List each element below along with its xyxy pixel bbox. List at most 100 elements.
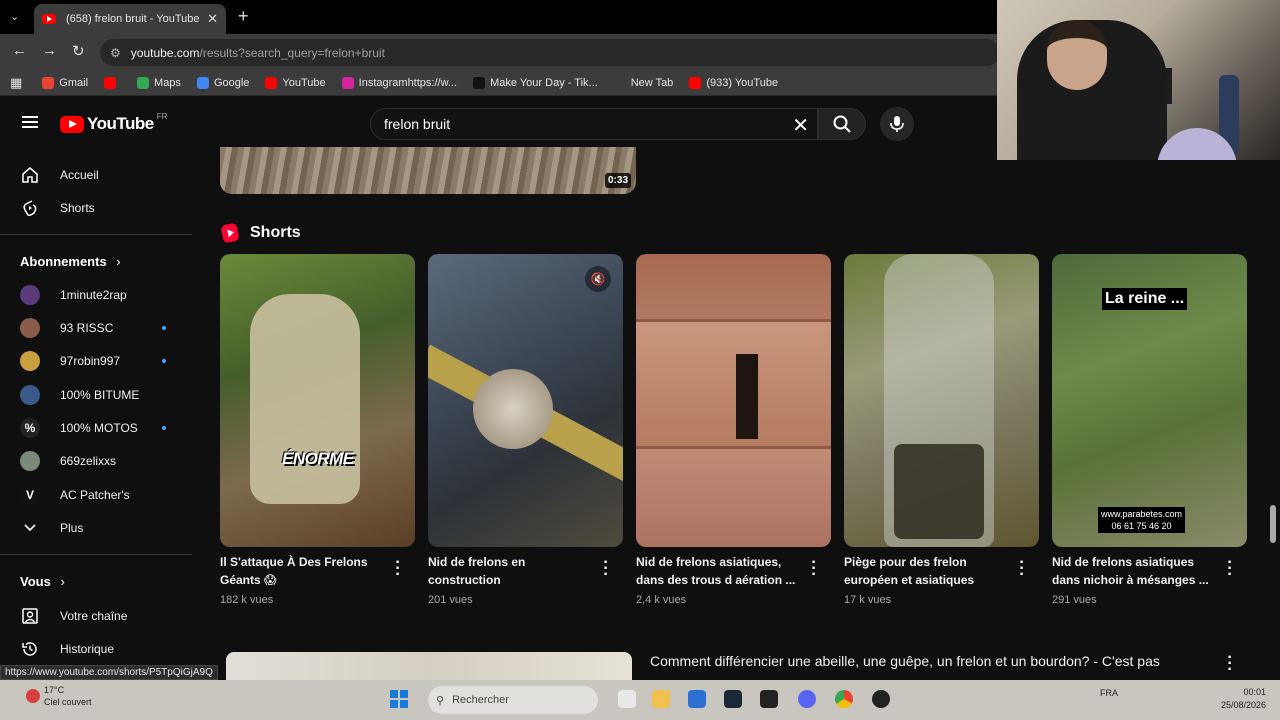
sidebar-item-ac-patchers[interactable]: V AC Patcher's [0, 478, 192, 511]
page-scrollbar[interactable] [1266, 160, 1280, 680]
avatar [20, 450, 40, 471]
bookmark-icon [613, 76, 626, 89]
windows-taskbar [0, 680, 1280, 720]
tab-list-chevron-icon[interactable]: ⌄ [10, 10, 19, 23]
bookmark-item[interactable]: Google [196, 76, 249, 89]
address-bar[interactable]: ⚙ youtube.com/results?search_query=frelo… [100, 39, 1000, 66]
browser-tab-active[interactable]: (658) frelon bruit - YouTube ✕ [34, 4, 226, 34]
store-icon[interactable] [688, 690, 706, 708]
bookmark-label: Gmail [59, 76, 89, 89]
short-thumbnail[interactable] [844, 254, 1039, 547]
short-title[interactable]: Piège pour des frelon européen et asiati… [844, 553, 1004, 589]
clock[interactable]: 00:01 25/08/2026 [1210, 686, 1266, 712]
more-options-icon[interactable]: · · · [1225, 650, 1235, 678]
sidebar-item-669zelixxs[interactable]: 669zelixxs [0, 444, 192, 477]
short-views: 182 k vues [220, 594, 274, 606]
obs-icon[interactable] [872, 690, 890, 708]
avatar [20, 384, 40, 405]
more-options-icon[interactable]: · · · [393, 555, 403, 583]
sidebar-item-93-rissc[interactable]: 93 RISSC [0, 311, 192, 344]
youtube-logo[interactable]: YouTube FR [60, 111, 168, 134]
sidebar-item-label: Shorts [60, 200, 95, 215]
history-icon [20, 639, 40, 659]
sidebar-item-label: 1minute2rap [60, 287, 127, 302]
search-input[interactable]: frelon bruit ✕ [370, 108, 818, 140]
more-options-icon[interactable]: · · · [809, 555, 819, 583]
short-views: 2,4 k vues [636, 594, 687, 606]
bookmark-item[interactable]: Maps [137, 76, 181, 89]
epic-games-icon[interactable] [760, 690, 778, 708]
sidebar-item-label: 669zelixxs [60, 453, 117, 468]
sidebar-item-100-bitume[interactable]: 100% BITUME [0, 378, 192, 411]
close-tab-icon[interactable]: ✕ [207, 11, 218, 27]
you-heading[interactable]: Vous › [20, 574, 65, 589]
reload-icon[interactable]: ↻ [72, 42, 85, 60]
bookmark-item[interactable]: (933) YouTube [689, 76, 779, 89]
chrome-icon[interactable] [835, 690, 853, 708]
search-icon [833, 115, 851, 133]
sidebar-item-historique[interactable]: Historique [0, 632, 192, 665]
short-title[interactable]: Nid de frelons en construction [428, 553, 588, 589]
sidebar-item-1minute2rap[interactable]: 1minute2rap [0, 278, 192, 311]
weather-icon [26, 689, 40, 703]
task-view-icon[interactable] [618, 690, 636, 708]
tab-title: (658) frelon bruit - YouTube [66, 13, 200, 25]
taskbar-search[interactable]: ⚲ Rechercher [428, 686, 598, 714]
sidebar-divider [0, 234, 192, 235]
sidebar: Accueil Shorts Abonnements › 1minute2rap… [0, 152, 192, 680]
forward-arrow-icon[interactable]: → [42, 42, 57, 59]
new-tab-button[interactable]: + [238, 6, 249, 27]
system-tray[interactable]: FRA [1100, 688, 1118, 698]
voice-search-button[interactable] [880, 107, 914, 141]
mute-icon[interactable]: 🔇 [585, 266, 611, 292]
windows-start-icon[interactable] [390, 690, 408, 708]
file-explorer-icon[interactable] [652, 690, 670, 708]
short-title[interactable]: Il S'attaque À Des Frelons Géants 😱 [220, 553, 380, 589]
sidebar-divider [0, 554, 192, 555]
channel-icon [20, 606, 40, 626]
short-thumbnail[interactable]: La reine ... www.parabetes.com 06 61 75 … [1052, 254, 1247, 547]
menu-icon[interactable] [22, 116, 38, 128]
search-button[interactable] [818, 108, 866, 140]
weather-widget[interactable]: 17°C Ciel couvert [26, 684, 92, 708]
bookmark-item[interactable]: Gmail [42, 76, 89, 89]
bookmark-label: (933) YouTube [706, 76, 779, 89]
bookmark-item[interactable]: Make Your Day - Tik... [473, 76, 598, 89]
short-thumbnail[interactable]: 🔇 [428, 254, 623, 547]
sidebar-item-97robin997[interactable]: 97robin997 [0, 344, 192, 377]
bookmark-label: New Tab [630, 76, 674, 89]
previous-video-thumbnail[interactable]: 0:33 [220, 147, 636, 194]
site-settings-icon[interactable]: ⚙ [110, 46, 121, 60]
youtube-logo-text: YouTube [87, 114, 154, 133]
next-video-thumbnail[interactable] [226, 652, 632, 680]
country-code: FR [156, 111, 168, 121]
sidebar-item-shorts[interactable]: Shorts [0, 191, 192, 224]
discord-icon[interactable] [798, 690, 816, 708]
clear-search-icon[interactable]: ✕ [792, 113, 809, 138]
more-options-icon[interactable]: · · · [1225, 555, 1235, 583]
bookmark-item[interactable]: Instagramhttps://w... [341, 76, 457, 89]
sidebar-item-100-motos[interactable]: % 100% MOTOS [0, 411, 192, 444]
more-options-icon[interactable]: · · · [601, 555, 611, 583]
sidebar-item-votre-chaine[interactable]: Votre chaîne [0, 599, 192, 632]
steam-icon[interactable] [724, 690, 742, 708]
sidebar-item-plus[interactable]: Plus [0, 511, 192, 544]
bookmark-icon [473, 76, 486, 89]
next-video-title[interactable]: Comment différencier une abeille, une gu… [650, 653, 1160, 669]
short-title[interactable]: Nid de frelons asiatiques dans nichoir à… [1052, 553, 1212, 589]
back-arrow-icon[interactable]: ← [12, 42, 27, 59]
scrollbar-thumb[interactable] [1270, 505, 1276, 543]
bookmark-item[interactable]: New Tab [613, 76, 674, 89]
bookmark-item[interactable] [104, 76, 121, 89]
short-title[interactable]: Nid de frelons asiatiques, dans des trou… [636, 553, 796, 589]
subscriptions-heading[interactable]: Abonnements › [20, 254, 121, 269]
shorts-logo-icon [220, 222, 240, 244]
apps-grid-icon[interactable]: ▦ [10, 75, 22, 91]
more-options-icon[interactable]: · · · [1017, 555, 1027, 583]
home-icon [20, 165, 40, 185]
short-thumbnail[interactable]: ÉNORME [220, 254, 415, 547]
short-thumbnail[interactable] [636, 254, 831, 547]
sidebar-item-accueil[interactable]: Accueil [0, 158, 192, 191]
new-content-dot [162, 426, 166, 430]
bookmark-item[interactable]: YouTube [265, 76, 326, 89]
